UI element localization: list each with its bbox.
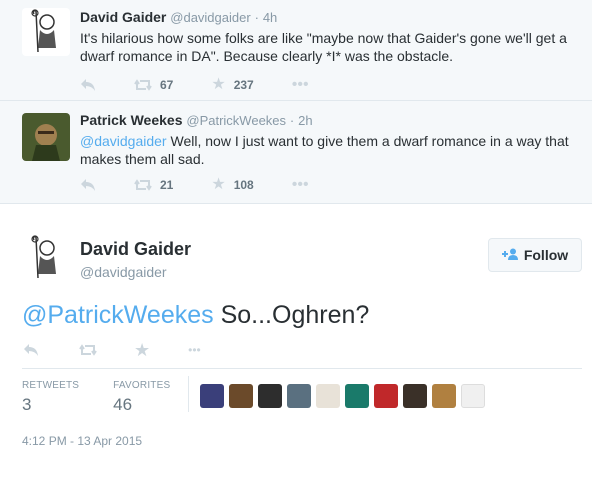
follow-label: Follow — [523, 247, 569, 263]
favorites-label: FAVORITES — [113, 380, 171, 391]
author-handle[interactable]: @davidgaider — [170, 10, 250, 25]
tweet-actions: 67 ★ 237 ••• — [80, 75, 347, 95]
author-name[interactable]: David Gaider — [80, 239, 191, 260]
follow-button[interactable]: Follow — [488, 238, 582, 272]
favoriter-avatar[interactable] — [229, 384, 253, 408]
author-handle[interactable]: @PatrickWeekes — [186, 113, 286, 128]
retweets-stat[interactable]: RETWEETS 3 — [22, 380, 79, 415]
favoriter-avatar[interactable] — [258, 384, 282, 408]
retweet-icon[interactable] — [78, 343, 98, 357]
conversation-thread: David Gaider @davidgaider · 4h It's hila… — [0, 0, 592, 204]
tweet-text: @PatrickWeekes So...Oghren? — [22, 300, 369, 330]
author-name[interactable]: David Gaider — [80, 9, 166, 25]
tweet[interactable]: David Gaider @davidgaider · 4h It's hila… — [0, 0, 592, 101]
tweet-stats: RETWEETS 3 FAVORITES 46 — [22, 380, 204, 415]
retweets-count: 3 — [22, 395, 32, 414]
retweet-count: 21 — [160, 178, 174, 192]
timestamp[interactable]: 2h — [298, 113, 312, 128]
reply-icon — [81, 79, 95, 91]
retweet-count: 67 — [160, 78, 174, 92]
more-button[interactable]: ••• — [292, 77, 309, 93]
more-icon: ••• — [291, 76, 309, 93]
tweet-text: It's hilarious how some folks are like "… — [80, 30, 567, 64]
favoriter-avatar[interactable] — [374, 384, 398, 408]
favorite-button[interactable]: ★ 237 — [211, 77, 253, 93]
avatar[interactable] — [22, 8, 70, 56]
mention-link[interactable]: @davidgaider — [80, 133, 167, 149]
timestamp[interactable]: 4h — [263, 10, 277, 25]
retweet-button[interactable]: 21 — [134, 178, 173, 192]
reply-icon — [81, 179, 95, 191]
more-icon: ••• — [291, 176, 309, 193]
favorite-count: 237 — [233, 78, 254, 92]
reply-icon[interactable] — [22, 343, 40, 357]
star-icon[interactable]: ★ — [134, 341, 150, 359]
author-name[interactable]: Patrick Weekes — [80, 112, 182, 128]
tweet-header: David Gaider @davidgaider · 4h — [80, 9, 277, 25]
favoriter-avatar[interactable] — [200, 384, 224, 408]
avatar[interactable] — [22, 234, 70, 282]
tweet-actions: ★ ••• — [22, 341, 239, 359]
more-icon[interactable]: ••• — [188, 342, 201, 358]
favorite-button[interactable]: ★ 108 — [211, 177, 253, 193]
favoriter-avatar[interactable] — [403, 384, 427, 408]
retweets-label: RETWEETS — [22, 380, 80, 391]
favorites-count: 46 — [113, 395, 133, 414]
favoriter-avatar[interactable] — [461, 384, 485, 408]
tweet-header: Patrick Weekes @PatrickWeekes · 2h — [80, 112, 313, 128]
author-handle[interactable]: @davidgaider — [80, 264, 167, 280]
tweet-body: So...Oghren? — [213, 301, 370, 329]
favoriters-avatars — [200, 384, 490, 408]
divider — [22, 368, 582, 369]
star-icon: ★ — [211, 176, 226, 193]
star-icon: ★ — [211, 76, 226, 93]
separator: · — [254, 10, 259, 25]
more-button[interactable]: ••• — [292, 177, 309, 193]
favoriter-avatar[interactable] — [287, 384, 311, 408]
favoriter-avatar[interactable] — [432, 384, 456, 408]
permalink-tweet: David Gaider @davidgaider Follow @Patric… — [0, 204, 592, 480]
retweet-icon — [134, 79, 152, 91]
separator: · — [289, 113, 295, 128]
tweet-timestamp[interactable]: 4:12 PM - 13 Apr 2015 — [22, 434, 142, 448]
add-user-icon — [501, 247, 518, 263]
mention-link[interactable]: @PatrickWeekes — [22, 301, 214, 329]
retweet-button[interactable]: 67 — [134, 78, 173, 92]
tweet-actions: 21 ★ 108 ••• — [80, 175, 347, 195]
avatar[interactable] — [22, 113, 70, 161]
favoriter-avatar[interactable] — [345, 384, 369, 408]
reply-button[interactable] — [80, 78, 96, 92]
favorites-stat[interactable]: FAVORITES 46 — [113, 380, 170, 415]
retweet-icon — [134, 179, 152, 191]
tweet-text: @davidgaider Well, now I just want to gi… — [80, 132, 580, 168]
tweet[interactable]: Patrick Weekes @PatrickWeekes · 2h @davi… — [0, 101, 592, 203]
reply-button[interactable] — [80, 178, 96, 192]
favoriter-avatar[interactable] — [316, 384, 340, 408]
stats-divider — [188, 376, 189, 412]
favorite-count: 108 — [233, 178, 254, 192]
